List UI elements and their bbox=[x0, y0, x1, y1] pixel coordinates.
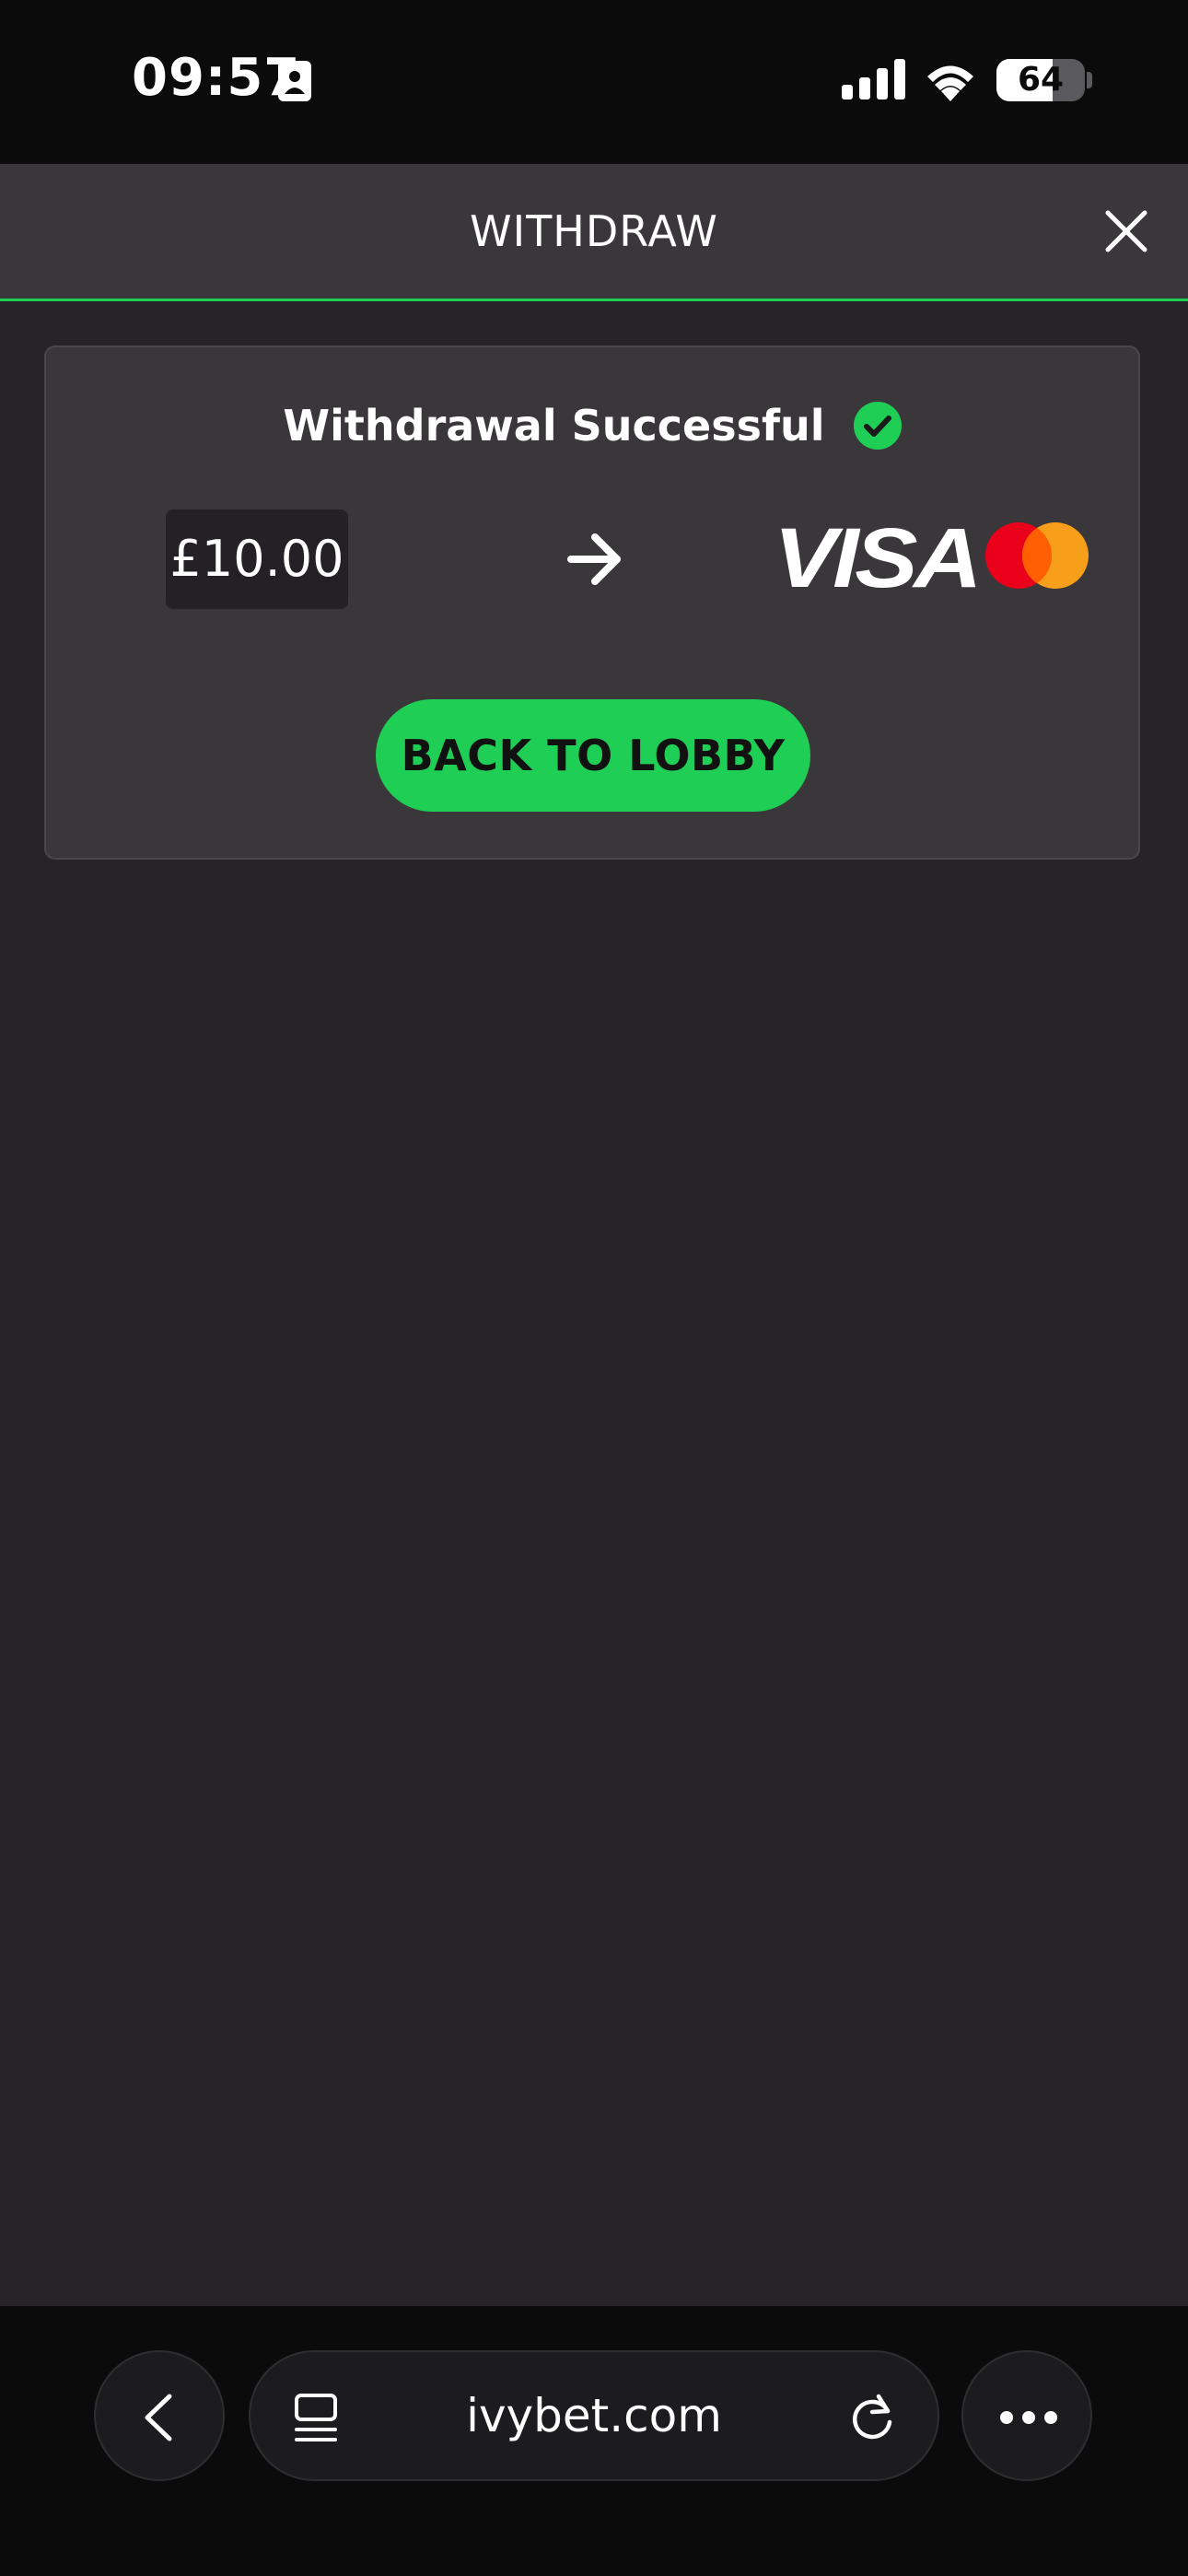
wifi-icon bbox=[927, 65, 973, 101]
battery-percent: 64 bbox=[1017, 61, 1065, 99]
more-menu-button[interactable] bbox=[961, 2350, 1092, 2481]
modal-header: WITHDRAW bbox=[0, 164, 1188, 301]
check-circle-icon bbox=[853, 402, 902, 450]
modal-title: WITHDRAW bbox=[470, 206, 718, 256]
address-bar[interactable]: ivybet.com bbox=[249, 2350, 939, 2481]
back-to-lobby-button[interactable]: BACK TO LOBBY bbox=[376, 699, 810, 812]
id-card-icon bbox=[278, 61, 311, 101]
success-title: Withdrawal Successful bbox=[283, 401, 825, 451]
visa-logo-text: VISA bbox=[774, 513, 978, 605]
browser-back-button[interactable] bbox=[94, 2350, 225, 2481]
chevron-left-icon bbox=[145, 2394, 172, 2441]
close-icon[interactable] bbox=[1103, 208, 1149, 254]
cellular-signal-icon bbox=[842, 59, 905, 100]
more-dots-icon bbox=[1000, 2411, 1057, 2424]
withdrawal-amount: £10.00 bbox=[166, 509, 348, 609]
status-time: 09:57 bbox=[132, 48, 301, 108]
reload-icon[interactable] bbox=[847, 2391, 899, 2442]
modal-body: Withdrawal Successful £10.00 VISA BACK T… bbox=[0, 301, 1188, 2306]
battery-nub bbox=[1087, 72, 1092, 88]
screen: 09:57 64 WITHDRAW Withdrawal Successful … bbox=[0, 0, 1188, 2576]
browser-toolbar: ivybet.com bbox=[0, 2306, 1188, 2576]
status-heading: Withdrawal Successful bbox=[46, 401, 1138, 451]
arrow-right-icon bbox=[567, 533, 621, 585]
status-bar: 09:57 64 bbox=[0, 0, 1188, 164]
withdrawal-result-card: Withdrawal Successful £10.00 VISA BACK T… bbox=[44, 345, 1140, 860]
url-text[interactable]: ivybet.com bbox=[250, 2352, 938, 2479]
visa-logo: VISA bbox=[774, 513, 982, 605]
battery-indicator: 64 bbox=[996, 59, 1085, 101]
mastercard-logo bbox=[985, 522, 1089, 589]
